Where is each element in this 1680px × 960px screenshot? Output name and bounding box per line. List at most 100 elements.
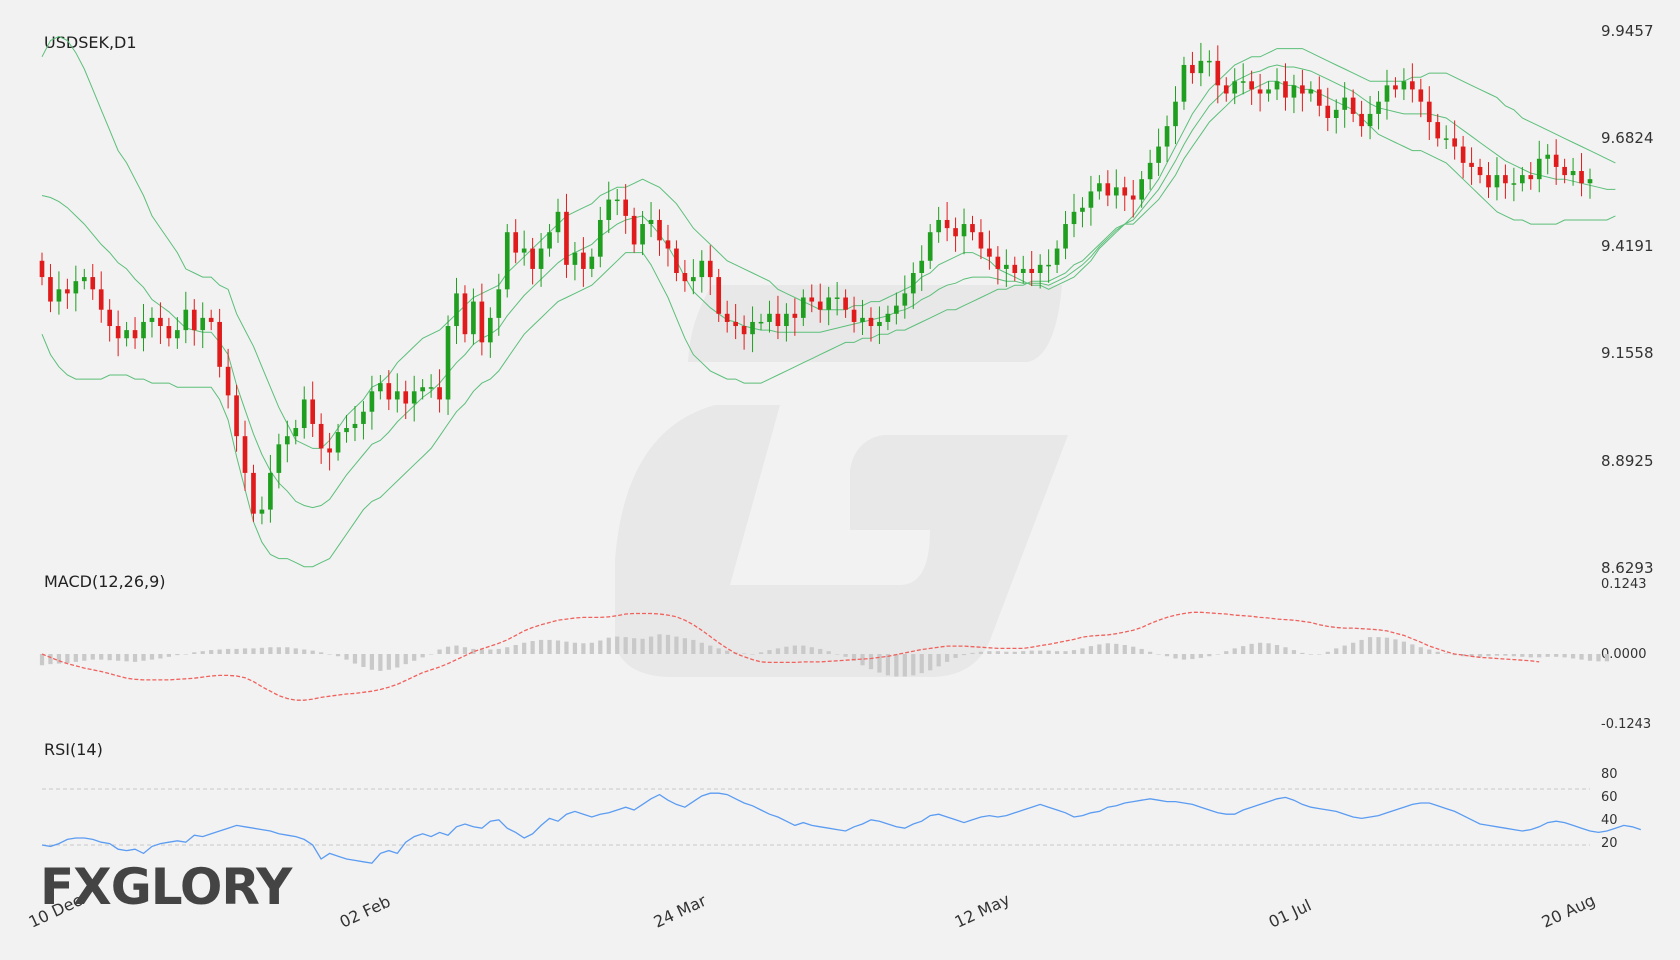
candle-body [251, 472, 256, 514]
candle-body [200, 317, 206, 331]
macd-histogram-bar [1063, 651, 1068, 654]
macd-histogram-bar [1393, 639, 1398, 654]
candle-body [1359, 113, 1364, 127]
candle-body [1113, 187, 1119, 196]
macd-histogram-bar [564, 641, 569, 654]
macd-histogram-bar [310, 650, 315, 654]
candle [699, 250, 705, 293]
candle [1520, 166, 1525, 192]
candle [318, 413, 324, 464]
candle-body [1130, 195, 1136, 200]
macd-histogram-bar [183, 654, 188, 655]
candle-body [750, 321, 755, 335]
macd-histogram-bar [1181, 654, 1187, 660]
candle-body [191, 309, 197, 331]
candle-body [1342, 97, 1348, 110]
macd-histogram-bar [1097, 644, 1102, 654]
macd-histogram-bar [1317, 654, 1322, 655]
macd-histogram-bar [1080, 648, 1085, 654]
candle-body [1004, 264, 1009, 269]
candle-body [1367, 113, 1373, 127]
macd-histogram-bar [674, 636, 679, 654]
candle-body [1207, 60, 1212, 63]
candle [614, 188, 620, 216]
candle-body [1291, 85, 1297, 98]
candle [98, 271, 104, 323]
macd-histogram-bar [750, 654, 755, 655]
candle-body [454, 293, 459, 327]
macd-histogram-bar [1334, 648, 1339, 654]
macd-histogram-bar [995, 651, 1000, 654]
macd-histogram-bar [725, 650, 730, 654]
candle-body [987, 248, 992, 257]
candle [1333, 99, 1339, 134]
candle [251, 464, 256, 522]
candle [1401, 68, 1407, 101]
macd-histogram-bar [1359, 639, 1364, 654]
candle-body [327, 448, 332, 453]
macd-histogram-bar [378, 654, 383, 671]
candle-body [1435, 122, 1441, 139]
macd-histogram-bar [344, 654, 349, 660]
date-label-4: 12 May [952, 890, 1013, 932]
candle-body [767, 313, 772, 322]
candle [1342, 82, 1348, 128]
candle-body [1418, 89, 1424, 102]
macd-histogram-bar [1562, 654, 1567, 658]
price-panel [39, 35, 1616, 568]
macd-histogram-bar [1266, 643, 1271, 654]
candle-body [572, 252, 578, 265]
macd-histogram-bar [741, 653, 747, 654]
candle [1054, 240, 1060, 274]
macd-histogram-bar [1071, 650, 1077, 654]
candle-body [1232, 81, 1238, 94]
candle [1097, 175, 1102, 200]
candle [1486, 162, 1491, 198]
macd-histogram-bar [209, 650, 214, 654]
candle-body [1376, 101, 1381, 114]
macd-histogram-bar [1088, 646, 1094, 654]
macd-histogram-bar [1351, 642, 1356, 654]
candle [90, 264, 96, 300]
macd-histogram-bar [682, 638, 687, 654]
candle [657, 209, 662, 256]
candle-body [268, 472, 273, 510]
macd-histogram-bar [116, 654, 121, 661]
macd-histogram-bar [65, 654, 70, 664]
candle-body [411, 391, 417, 404]
macd-histogram-bar [809, 647, 814, 654]
candle [403, 380, 409, 420]
candle [259, 496, 265, 525]
candle [191, 299, 197, 346]
candle-body [420, 387, 425, 392]
candle-body [978, 232, 984, 249]
macd-histogram-bar [1021, 651, 1026, 654]
candle [1503, 164, 1508, 199]
macd-histogram-bar [530, 641, 535, 654]
candle-body [141, 321, 146, 339]
macd-histogram-bar [589, 642, 594, 654]
candle [1426, 86, 1432, 141]
macd-histogram-bar [251, 648, 256, 654]
macd-histogram-bar [640, 638, 645, 654]
candle [1266, 81, 1271, 102]
macd-histogram-bar [648, 636, 654, 654]
macd-histogram-bar [166, 654, 171, 657]
candle-body [394, 391, 400, 400]
candle [555, 198, 561, 243]
macd-histogram-bar [352, 654, 358, 664]
candle [1469, 147, 1474, 185]
macd-histogram-bar [361, 654, 366, 667]
macd-histogram-bar [1604, 654, 1610, 662]
candle-body [530, 248, 535, 269]
candle-body [665, 240, 671, 249]
candle-body [1308, 89, 1314, 94]
candle-body [1223, 85, 1229, 94]
candle-body [1494, 175, 1500, 188]
candle [1122, 176, 1128, 211]
candle [428, 374, 434, 398]
macd-histogram-bar [141, 654, 146, 661]
candle-body [1316, 89, 1322, 106]
macd-histogram-bar [1012, 651, 1017, 654]
macd-histogram-bar [1291, 650, 1297, 654]
